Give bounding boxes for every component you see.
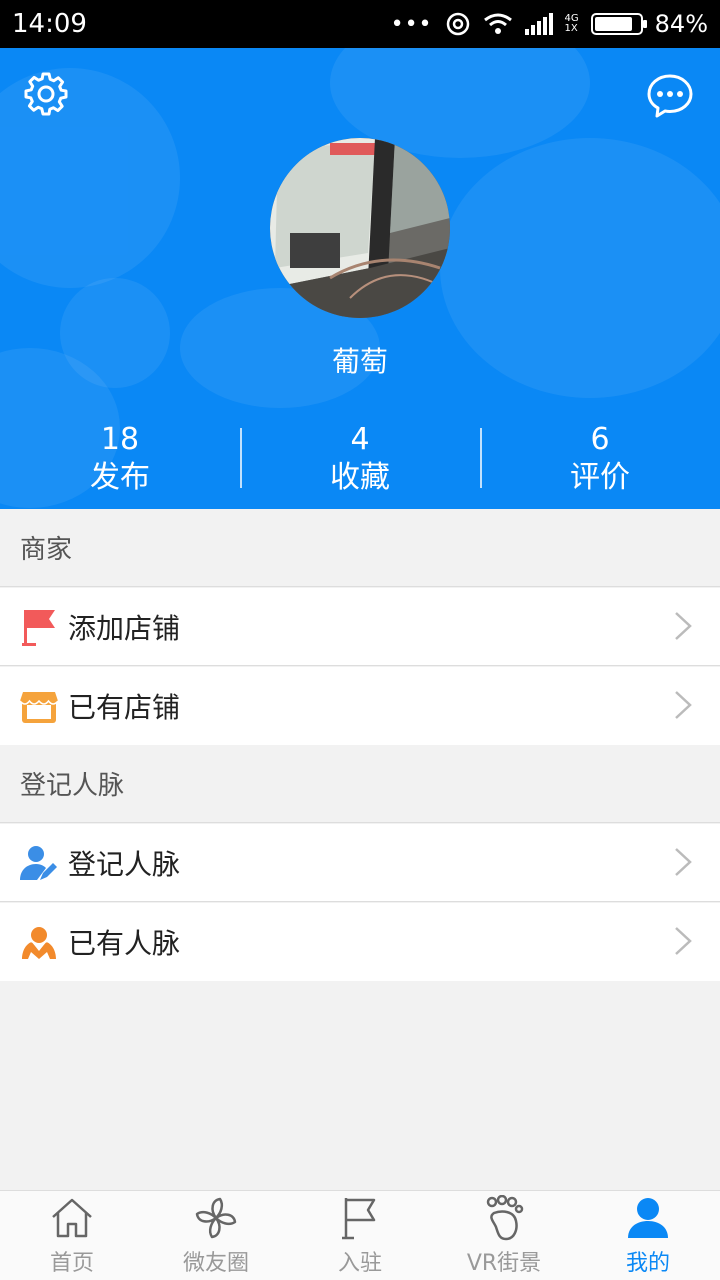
nav-vr-street[interactable]: VR街景 [432,1191,576,1280]
red-flag-icon [20,608,58,646]
status-time: 14:09 [12,9,87,39]
stat-reviews[interactable]: 6 评价 [480,420,720,509]
register-contact-row[interactable]: 登记人脉 [0,824,720,902]
home-icon [49,1195,95,1241]
battery-percent: 84% [654,10,708,38]
bottom-nav: 首页 微友圈 入驻 VR街景 我的 [0,1190,720,1280]
battery-icon [590,13,647,35]
stat-value: 4 [350,422,370,457]
stat-value: 18 [100,422,140,457]
stats-bar: 18 发布 4 收藏 6 评价 [0,420,720,509]
nav-join[interactable]: 入驻 [288,1191,432,1280]
nav-label: 首页 [49,1251,94,1276]
nav-label: 我的 [625,1251,670,1276]
chevron-right-icon [675,691,692,719]
nav-label: VR街景 [466,1251,542,1276]
nav-home[interactable]: 首页 [0,1191,144,1280]
footprint-icon [481,1195,527,1241]
more-dots-icon: ••• [390,11,433,37]
existing-contact-row[interactable]: 已有人脉 [0,903,720,981]
storefront-icon [20,687,58,725]
person-edit-icon [20,844,58,882]
user-icon [625,1195,671,1241]
add-shop-row[interactable]: 添加店铺 [0,588,720,666]
flag-icon [337,1195,383,1241]
row-label: 添加店铺 [68,611,181,645]
row-label: 登记人脉 [68,847,181,881]
section-contacts-title: 登记人脉 [0,745,720,823]
signal-icon [524,13,553,35]
status-icons: ••• 4G 1X 84% [391,10,708,38]
chat-bubble-icon [647,74,693,118]
stat-label: 发布 [90,460,150,495]
nav-moments[interactable]: 微友圈 [144,1191,288,1280]
chevron-right-icon [675,612,692,640]
gear-icon [24,72,68,116]
row-label: 已有店铺 [68,691,181,724]
people-hug-icon [20,923,58,961]
nav-label: 入驻 [337,1251,382,1276]
stat-value: 6 [590,422,610,457]
network-type: 4G 1X [564,13,579,34]
chevron-right-icon [675,848,692,876]
nav-mine[interactable]: 我的 [576,1191,720,1280]
avatar[interactable] [270,138,450,318]
hotspot-icon [446,12,469,36]
message-button[interactable] [644,70,696,122]
stat-favorites[interactable]: 4 收藏 [240,420,480,509]
stat-label: 评价 [570,460,630,495]
section-merchant-title: 商家 [0,509,720,587]
username: 葡萄 [331,345,388,378]
existing-shop-row[interactable]: 已有店铺 [0,667,720,745]
avatar-photo [270,138,450,318]
row-label: 已有人脉 [68,927,181,960]
stat-posts[interactable]: 18 发布 [0,420,240,509]
profile-header: 葡萄 18 发布 4 收藏 6 评价 [0,48,720,509]
stat-label: 收藏 [330,460,390,495]
wifi-icon [483,13,512,34]
nav-label: 微友圈 [182,1251,249,1276]
settings-button[interactable] [20,68,72,120]
pinwheel-icon [193,1195,239,1241]
chevron-right-icon [675,927,692,955]
status-bar: 14:09 ••• 4G 1X 84% [0,0,720,48]
